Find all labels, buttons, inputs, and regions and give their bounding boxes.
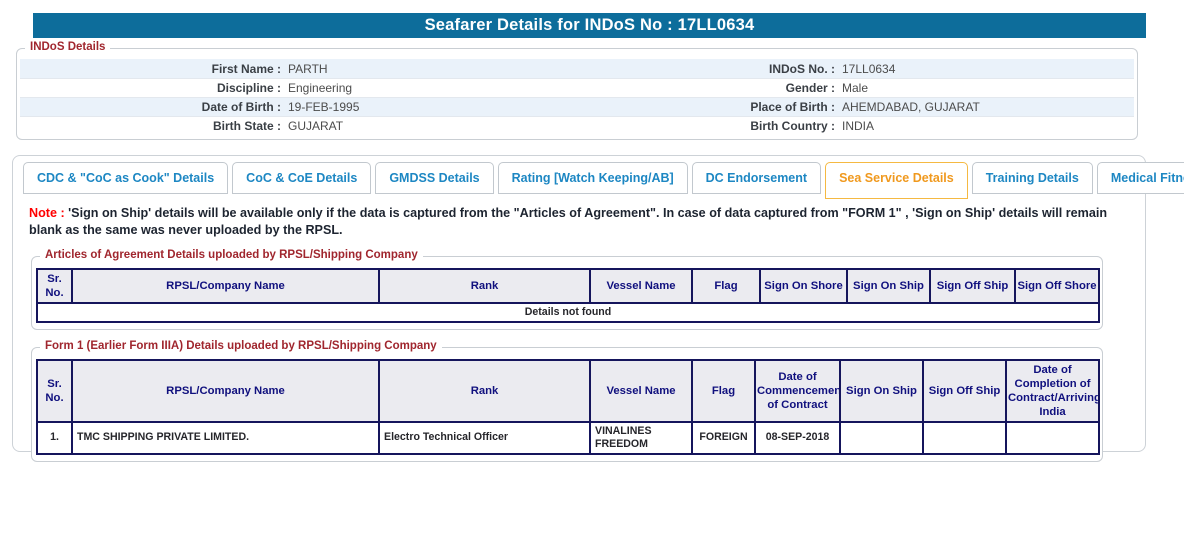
indos-row-birth: Date of Birth : 19-FEB-1995 Place of Bir… (20, 97, 1134, 116)
form1-section: Form 1 (Earlier Form IIIA) Details uploa… (31, 339, 1103, 462)
indos-no-label: INDoS No. : (769, 61, 835, 76)
cell-flag: FOREIGN (691, 421, 756, 455)
cell-sr-no: 1. (36, 421, 73, 455)
col-sign-on-shore: Sign On Shore (759, 267, 848, 304)
col-flag: Flag (691, 267, 761, 304)
gender-value: Male (842, 81, 869, 95)
sign-on-ship-note: Note : 'Sign on Ship' details will be av… (29, 205, 1127, 240)
col-rank: Rank (378, 358, 591, 424)
gender-label: Gender : (785, 81, 835, 95)
indos-row-name: First Name : PARTH INDoS No. : 17LL0634 (20, 59, 1134, 78)
cell-sign-on-ship (839, 421, 924, 455)
col-sign-on-ship: Sign On Ship (846, 267, 931, 304)
col-sr-no: Sr. No. (36, 358, 73, 424)
tab-cdc-coc-as-cook[interactable]: CDC & "CoC as Cook" Details (23, 162, 229, 194)
dob-label: Date of Birth : (201, 100, 281, 114)
col-date-completion: Date of Completion of Contract/Arriving … (1005, 358, 1100, 424)
tab-sea-service-details[interactable]: Sea Service Details (825, 162, 968, 199)
tab-gmdss[interactable]: GMDSS Details (375, 162, 494, 194)
col-flag: Flag (691, 358, 756, 424)
col-sign-off-ship: Sign Off Ship (922, 358, 1007, 424)
articles-of-agreement-table: Sr. No. RPSL/Company Name Rank Vessel Na… (36, 267, 1100, 323)
page-title: Seafarer Details for INDoS No : 17LL0634 (33, 13, 1146, 38)
form1-legend: Form 1 (Earlier Form IIIA) Details uploa… (40, 339, 442, 352)
indos-details-section: INDoS Details First Name : PARTH INDoS N… (16, 41, 1138, 140)
col-sign-off-shore: Sign Off Shore (1014, 267, 1100, 304)
articles-of-agreement-section: Articles of Agreement Details uploaded b… (31, 248, 1103, 330)
note-text: 'Sign on Ship' details will be available… (29, 206, 1108, 238)
table-row: 1. TMC SHIPPING PRIVATE LIMITED. Electro… (36, 421, 1100, 455)
place-of-birth-label: Place of Birth : (750, 100, 835, 114)
indos-row-discipline: Discipline : Engineering Gender : Male (20, 78, 1134, 97)
first-name-label: First Name : (211, 61, 281, 76)
table-header-row: Sr. No. RPSL/Company Name Rank Vessel Na… (36, 267, 1100, 304)
sea-service-panel: CDC & "CoC as Cook" Details CoC & CoE De… (12, 155, 1184, 462)
col-date-commencement: Date of Commencement of Contract (754, 358, 841, 424)
birth-country-value: INDIA (842, 119, 875, 133)
col-rank: Rank (378, 267, 591, 304)
cell-sign-off-ship (922, 421, 1007, 455)
discipline-value: Engineering (288, 81, 353, 95)
articles-of-agreement-legend: Articles of Agreement Details uploaded b… (40, 248, 423, 261)
cell-company-name: TMC SHIPPING PRIVATE LIMITED. (71, 421, 380, 455)
indos-no-value: 17LL0634 (842, 61, 896, 76)
first-name-value: PARTH (288, 61, 328, 76)
cell-vessel-name: VINALINES FREEDOM (589, 421, 693, 455)
discipline-label: Discipline : (216, 81, 281, 95)
tab-medical-fitness[interactable]: Medical Fitness Certificate (1096, 162, 1184, 194)
col-vessel-name: Vessel Name (589, 358, 693, 424)
birth-state-value: GUJARAT (288, 119, 344, 133)
indos-details-legend: INDoS Details (25, 41, 111, 53)
details-not-found-message: Details not found (36, 301, 1100, 323)
form1-table: Sr. No. RPSL/Company Name Rank Vessel Na… (36, 358, 1100, 455)
indos-row-state: Birth State : GUJARAT Birth Country : IN… (20, 116, 1134, 135)
cell-date-commencement: 08-SEP-2018 (754, 421, 841, 455)
col-sign-off-ship: Sign Off Ship (929, 267, 1016, 304)
note-prefix: Note : (29, 206, 65, 220)
tab-coc-coe[interactable]: CoC & CoE Details (232, 162, 372, 194)
col-rpsl-company: RPSL/Company Name (71, 267, 380, 304)
birth-state-label: Birth State : (212, 119, 281, 133)
empty-row: Details not found (36, 301, 1100, 323)
col-sign-on-ship: Sign On Ship (839, 358, 924, 424)
table-header-row: Sr. No. RPSL/Company Name Rank Vessel Na… (36, 358, 1100, 424)
cell-date-completion (1005, 421, 1100, 455)
cell-rank: Electro Technical Officer (378, 421, 591, 455)
tab-bar: CDC & "CoC as Cook" Details CoC & CoE De… (13, 156, 1184, 199)
tab-training-details[interactable]: Training Details (971, 162, 1093, 194)
col-sr-no: Sr. No. (36, 267, 73, 304)
birth-country-label: Birth Country : (750, 119, 835, 133)
dob-value: 19-FEB-1995 (288, 100, 360, 114)
place-of-birth-value: AHEMDABAD, GUJARAT (842, 100, 980, 114)
col-vessel-name: Vessel Name (589, 267, 693, 304)
tab-dc-endorsement[interactable]: DC Endorsement (691, 162, 822, 194)
col-rpsl-company: RPSL/Company Name (71, 358, 380, 424)
tab-rating-watch-keeping[interactable]: Rating [Watch Keeping/AB] (497, 162, 688, 194)
